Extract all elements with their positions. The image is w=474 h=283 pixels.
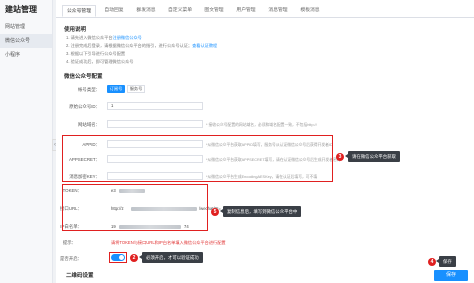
tab-bar: 公众号管理 自动回复 群发消息 自定义菜单 图文管理 用户管理 消息管理 模板消… (56, 5, 474, 17)
notice-text: 请将TOKEN与接口URL和IP白名单填入微信公众平台进行配置 (111, 240, 226, 245)
sidebar-item-wechat[interactable]: 微信公众号 (0, 34, 52, 48)
website-domain-input[interactable] (107, 120, 203, 128)
toggle-highlight (109, 252, 127, 263)
step-4-badge: 4 (428, 258, 436, 266)
config-heading: 微信公众号配置 (64, 74, 103, 80)
tab-user-management[interactable]: 用户管理 (232, 5, 260, 17)
tab-divider (56, 17, 474, 18)
step-5-badge: 5 (211, 208, 219, 216)
appid-config-highlight (62, 135, 333, 182)
step-2-callout: 必须开启，才可以验证成功 (139, 252, 203, 263)
usage-line-1-text: 1. 请先进入微信公众平台 (66, 35, 113, 40)
step-3-badge: 3 (336, 153, 344, 161)
original-id-input[interactable]: 1 (107, 102, 203, 110)
usage-line-1: 1. 请先进入微信公众平台注册微信公众号 (66, 35, 142, 41)
step-2-badge: 2 (130, 254, 138, 262)
account-type-label: 帐号类型： (78, 87, 100, 92)
step-4-callout: 保存 (436, 256, 456, 267)
app-window: 建站管理 网站管理 微信公众号 小程序 ‹ 公众号管理 自动回复 群发消息 自定… (0, 0, 474, 283)
usage-line-3: 3. 根据以下引导进行公众号配置 (66, 51, 126, 56)
sidebar-item-miniprogram[interactable]: 小程序 (0, 48, 52, 62)
sidebar-title: 建站管理 (5, 5, 37, 14)
tab-account-management[interactable]: 公众号管理 (62, 5, 96, 17)
save-button[interactable]: 保存 (434, 270, 468, 281)
qrcode-heading: 二维码设置 (66, 273, 94, 279)
step-5-callout: 复制信息后，填写到微信公众平台中 (219, 206, 302, 217)
website-domain-hint: * 接收公众号配置的网站域名，必须和域名配置一致，不包括http:// (206, 123, 317, 127)
register-account-link[interactable]: 注册微信公众号 (113, 35, 142, 40)
tab-auto-reply[interactable]: 自动回复 (100, 5, 128, 17)
usage-line-2-text: 2. 注册完成后登录，请根据微信公众平台的指引，进行公众号认证； (66, 43, 193, 48)
usage-line-4: 4. 验证成功后，即可管理微信公众号 (66, 59, 134, 64)
website-domain-label: 网站域名： (78, 122, 100, 127)
original-id-label: 原始公众号ID： (69, 104, 100, 109)
tab-news-management[interactable]: 图文管理 (200, 5, 228, 17)
tab-template-message[interactable]: 模板消息 (296, 5, 324, 17)
certification-tutorial-link[interactable]: 查看认证教程 (192, 43, 217, 48)
service-type-button[interactable]: 服务号 (127, 85, 145, 93)
notice-label: 提示： (62, 240, 76, 245)
tab-custom-menu[interactable]: 自定义菜单 (164, 5, 196, 17)
sidebar-item-website[interactable]: 网站管理 (0, 20, 52, 34)
tab-mass-message[interactable]: 群发消息 (132, 5, 160, 17)
token-info-highlight (62, 184, 208, 231)
usage-heading: 使用说明 (64, 27, 87, 33)
tab-message-management[interactable]: 消息管理 (264, 5, 292, 17)
main-panel: 公众号管理 自动回复 群发消息 自定义菜单 图文管理 用户管理 消息管理 模板消… (56, 0, 474, 283)
step-3-callout: 请在微信公众平台获取 (345, 151, 400, 162)
enable-label: 是否开启： (60, 256, 82, 261)
subscription-type-button[interactable]: 订阅号 (107, 85, 125, 93)
usage-line-2: 2. 注册完成后登录，请根据微信公众平台的指引，进行公众号认证；查看认证教程 (66, 43, 217, 49)
